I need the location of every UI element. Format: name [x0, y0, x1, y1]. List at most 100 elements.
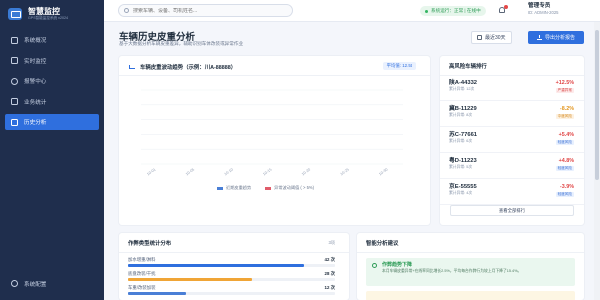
trend-legend: 近期皮重趋势 异常波动阈值 ( > 5%): [217, 185, 328, 191]
grid-icon: [11, 36, 18, 44]
ranking-list: 陕A-44332 累计异常: 12次 +12.5% 严重异常 冀B-11229 累计异常:…: [440, 75, 584, 205]
trend-line-icon: [129, 65, 135, 69]
sidebar-item-label: 报警中心: [24, 79, 47, 85]
advice-item-title: 作弊趋势下降: [382, 262, 413, 268]
sidebar-item-label: 业务统计: [24, 99, 47, 106]
download-icon: [536, 35, 542, 40]
notification-bell-icon[interactable]: [498, 5, 508, 14]
status-text: 系统运行：正常 | 在线中: [431, 8, 481, 13]
sidebar-item-stats[interactable]: 业务统计: [5, 94, 99, 110]
legend-item-threshold: 异常波动阈值 ( > 5%): [265, 185, 314, 191]
truck-logo-icon: [8, 8, 22, 20]
x-tick-label: 10-25: [340, 168, 350, 177]
user-name: 管理专员: [528, 3, 551, 9]
page-scrollbar[interactable]: [594, 22, 600, 300]
trend-card: 车辆皮重波动趋势（示例：川A-88888） 平均值: 12.5t 10-01 10…: [119, 56, 430, 225]
x-tick-label: 10-20: [301, 168, 311, 177]
risk-tag: 轻度风险: [555, 166, 574, 171]
vehicle-plate: 京E-55555: [449, 184, 477, 190]
topbar: 系统运行：正常 | 在线中 管理专员 ID: ADMIN-2025: [104, 0, 600, 22]
search-input[interactable]: [133, 7, 283, 14]
check-circle-icon: [372, 263, 377, 268]
x-tick-label: 10-05: [185, 168, 195, 177]
sidebar-item-monitor[interactable]: 实时监控: [5, 53, 99, 69]
user-profile[interactable]: 管理专员 ID: ADMIN-2025: [528, 3, 559, 16]
ranking-card: 高风险车辆排行 陕A-44332 累计异常: 12次 +12.5% 严重异常 冀B-11…: [440, 56, 584, 225]
advice-item-warning: [366, 291, 575, 300]
weight-change: -3.9%: [559, 184, 574, 190]
legend-swatch: [217, 186, 223, 190]
cheat-type-bar-track: [128, 292, 335, 295]
advice-title: 智能分析建议: [366, 241, 399, 247]
status-dot-icon: [425, 9, 428, 13]
average-badge: 平均值: 12.5t: [382, 62, 416, 70]
export-report-button[interactable]: 导出分析报告: [528, 31, 584, 44]
x-tick-label: 10-10: [224, 168, 234, 177]
chart-icon: [11, 98, 18, 105]
vehicle-plate: 粤D-11223: [449, 158, 477, 164]
risk-tag: 中度风险: [555, 114, 574, 119]
vehicle-plate: 冀B-11229: [449, 106, 477, 112]
cheat-type-bar-fill: [128, 278, 253, 281]
cheat-type-row: 底盘改装/干扰 28 次: [128, 271, 335, 281]
user-role: ID: ADMIN-2025: [528, 10, 559, 15]
cheat-type-title: 作弊类型统计分布: [128, 241, 172, 247]
sidebar-item-label: 实时监控: [24, 58, 47, 65]
vehicle-plate: 苏C-77661: [449, 132, 478, 138]
weight-change: -8.2%: [559, 106, 574, 112]
weight-change: +4.8%: [558, 158, 574, 164]
legend-item-trend: 近期皮重趋势: [217, 185, 251, 191]
view-all-ranking-button[interactable]: 查看全部排行: [450, 205, 574, 216]
x-tick-label: 10-30: [378, 168, 388, 177]
cheat-type-count: 3项: [328, 240, 335, 245]
advice-item: 作弊趋势下降 本月车辆皮重异常+在线率同比增长2.5%，平均每台作弊行为较上月下…: [366, 258, 575, 286]
cheat-type-label: 车重/改装加装: [128, 285, 156, 290]
sidebar: 智慧监控 GPS智能监控系统 v2024 系统概况 实时监控 报警中心 业务统计…: [0, 0, 104, 300]
sidebar-item-label: 系统概况: [24, 38, 47, 44]
legend-swatch: [265, 186, 272, 190]
ranking-row[interactable]: 苏C-77661 累计异常: 6次 +5.4% 轻度风险: [440, 127, 584, 153]
legend-label: 近期皮重趋势: [226, 185, 252, 190]
x-tick-label: 10-01: [146, 168, 156, 177]
ranking-row[interactable]: 京E-55555 累计异常: 4次 -3.9% 轻度风险: [440, 179, 584, 205]
sidebar-item-alarm[interactable]: 报警中心: [5, 73, 99, 89]
scrollbar-thumb[interactable]: [595, 30, 599, 180]
alarm-icon: [11, 77, 18, 85]
brand: 智慧监控 GPS智能监控系统 v2024: [0, 0, 104, 26]
cheat-type-bar-track: [128, 264, 335, 267]
notification-badge: [504, 5, 508, 9]
cheat-type-bar-fill: [128, 264, 304, 267]
export-label: 导出分析报告: [544, 35, 575, 41]
cheat-type-label: 底盘改装/干扰: [128, 271, 156, 276]
x-tick-label: 10-15: [262, 168, 272, 177]
monitor-icon: [11, 57, 18, 64]
risk-tag: 轻度风险: [555, 140, 574, 145]
weight-change: +5.4%: [558, 132, 574, 138]
ranking-row[interactable]: 粤D-11223 累计异常: 5次 +4.8% 轻度风险: [440, 153, 584, 179]
trend-title: 车辆皮重波动趋势（示例：川A-88888）: [140, 65, 237, 71]
advice-item-text: 本月车辆皮重异常+在线率同比增长2.5%，平均每台作弊行为较上月下降了15.4%…: [382, 269, 522, 273]
brand-subtitle: GPS智能监控系统 v2024: [28, 16, 68, 20]
gear-icon: [11, 280, 18, 287]
cheat-type-bar-fill: [128, 292, 186, 295]
cheat-type-label: 加水增重/淋料: [128, 257, 156, 262]
calendar-icon: [477, 35, 482, 40]
cheat-type-value: 28 次: [324, 271, 336, 276]
cheat-type-value: 42 次: [324, 257, 336, 262]
weight-change: +12.5%: [555, 80, 574, 86]
sidebar-item-history[interactable]: 历史分析: [5, 114, 99, 130]
ranking-row[interactable]: 冀B-11229 累计异常: 8次 -8.2% 中度风险: [440, 101, 584, 127]
date-range-label: 最近30天: [485, 35, 506, 41]
risk-tag: 严重异常: [555, 88, 574, 93]
ranking-row[interactable]: 陕A-44332 累计异常: 12次 +12.5% 严重异常: [440, 75, 584, 101]
ranking-title: 高风险车辆排行: [449, 64, 487, 70]
brand-title: 智慧监控: [28, 7, 60, 16]
risk-tag: 轻度风险: [555, 192, 574, 197]
page-description: 基于大数据分析车辆皮重差异，辅助识别车体改装或异常作业: [119, 41, 244, 46]
date-range-button[interactable]: 最近30天: [471, 31, 512, 44]
sidebar-item-settings[interactable]: 系统配置: [5, 276, 99, 292]
search-box[interactable]: [118, 4, 293, 17]
search-icon: [124, 8, 129, 13]
sidebar-item-overview[interactable]: 系统概况: [5, 32, 99, 48]
cheat-type-bar-track: [128, 278, 335, 281]
